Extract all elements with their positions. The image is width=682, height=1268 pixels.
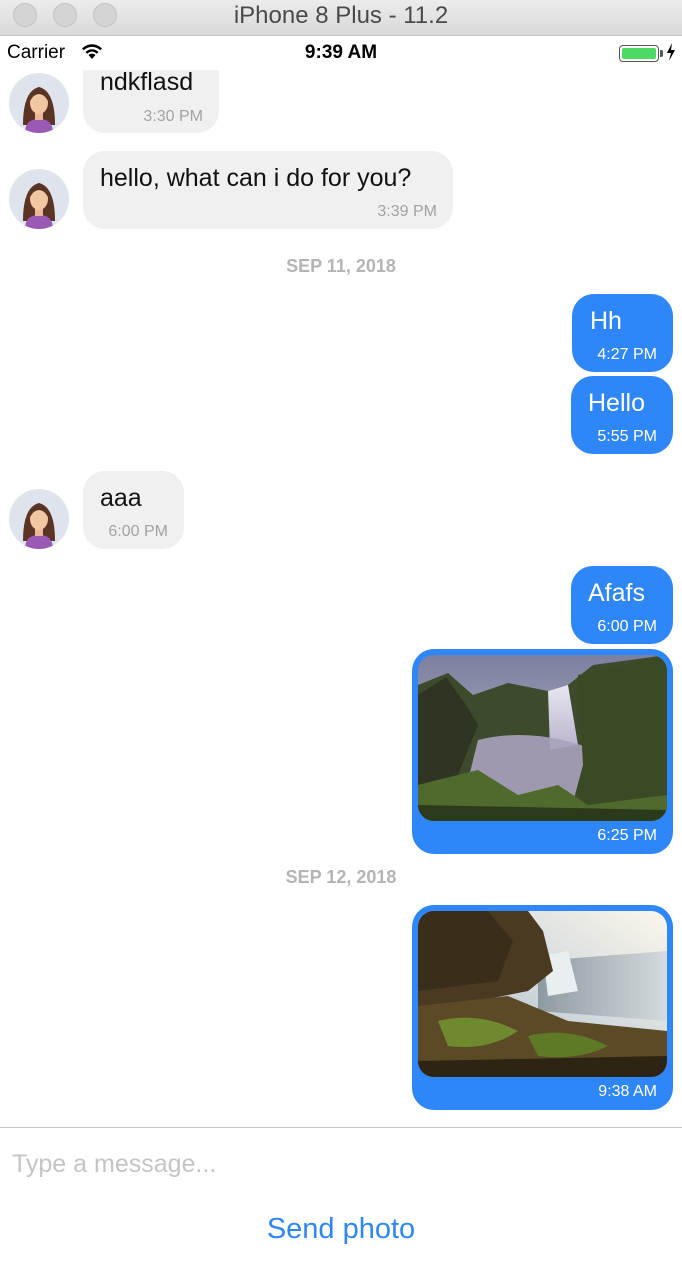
message-text: Hello <box>588 389 645 417</box>
message-time: 6:00 PM <box>597 618 657 635</box>
message-text: aaa <box>100 484 142 512</box>
avatar-icon <box>23 503 55 549</box>
waterfall-photo[interactable] <box>418 655 667 821</box>
message-time: 9:38 AM <box>598 1083 657 1100</box>
message-text: hello, what can i do for you? <box>100 164 412 192</box>
message-composer: Send photo <box>0 1127 682 1268</box>
avatar-icon <box>23 183 55 229</box>
window-title: iPhone 8 Plus - 11.2 <box>233 2 449 29</box>
contact-avatar <box>9 489 69 549</box>
message-time: 4:27 PM <box>597 346 657 363</box>
battery-tip <box>660 50 663 57</box>
message-input[interactable] <box>12 1142 667 1186</box>
outgoing-message-bubble[interactable]: Afafs 6:00 PM <box>571 566 673 644</box>
message-time: 3:39 PM <box>377 203 437 220</box>
message-text: Hh <box>590 307 622 335</box>
message-time: 3:30 PM <box>143 108 203 125</box>
status-time: 9:39 AM <box>304 42 378 63</box>
battery-icon <box>619 45 659 62</box>
contact-avatar <box>9 73 69 133</box>
message-text: ndkflasd <box>100 70 194 96</box>
send-photo-button[interactable]: Send photo <box>0 1213 682 1246</box>
date-separator: SEP 12, 2018 <box>285 867 397 887</box>
avatar-icon <box>23 87 55 133</box>
status-bar: Carrier 9:39 AM <box>0 36 682 70</box>
outgoing-photo-bubble[interactable]: 6:25 PM <box>412 649 673 854</box>
incoming-message-bubble[interactable]: aaa 6:00 PM <box>83 471 184 549</box>
outgoing-message-bubble[interactable]: Hello 5:55 PM <box>571 376 673 454</box>
outgoing-photo-bubble[interactable]: 9:38 AM <box>412 905 673 1110</box>
incoming-message-bubble[interactable]: ndkflasd 3:30 PM <box>83 70 219 133</box>
date-separator: SEP 11, 2018 <box>286 256 396 276</box>
message-text: Afafs <box>588 579 645 607</box>
message-time: 5:55 PM <box>597 428 657 445</box>
cliff-waterfall-photo[interactable] <box>418 911 667 1077</box>
incoming-message-bubble[interactable]: hello, what can i do for you? 3:39 PM <box>83 151 453 229</box>
outgoing-message-bubble[interactable]: Hh 4:27 PM <box>572 294 673 372</box>
chat-transcript[interactable]: ndkflasd 3:30 PM hello, what can i do fo… <box>0 70 682 1127</box>
message-time: 6:25 PM <box>597 827 657 844</box>
message-time: 6:00 PM <box>108 523 168 540</box>
simulator-title-bar: iPhone 8 Plus - 11.2 <box>0 0 682 36</box>
contact-avatar <box>9 169 69 229</box>
charging-bolt-icon <box>666 43 676 66</box>
